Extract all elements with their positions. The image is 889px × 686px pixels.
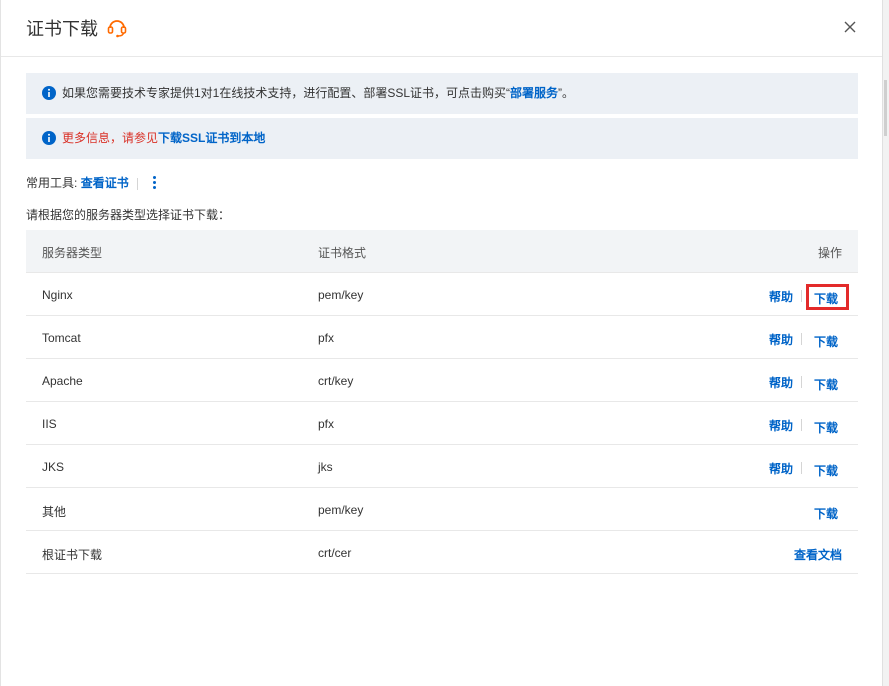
server-type-cell: Tomcat: [42, 331, 81, 345]
deploy-notice-prefix: 如果您需要技术专家提供1对1在线技术支持，进行配置、部署SSL证书，可点击购买“: [62, 86, 511, 100]
more-info-notice: 更多信息，请参见下载SSL证书到本地: [26, 118, 858, 159]
help-link[interactable]: 帮助: [769, 417, 793, 434]
view-cert-link[interactable]: 查看证书: [81, 176, 129, 190]
help-link[interactable]: 帮助: [769, 331, 793, 348]
instruction-text: 请根据您的服务器类型选择证书下载：: [26, 208, 231, 222]
more-info-prefix: 更多信息，请参见: [62, 131, 159, 145]
cert-format-cell: pfx: [318, 417, 335, 431]
download-link[interactable]: 下载: [814, 505, 838, 522]
download-link[interactable]: 下载: [814, 333, 838, 350]
common-tools: 常用工具: 查看证书: [26, 173, 156, 193]
more-info-text: 更多信息，请参见下载SSL证书到本地: [62, 118, 265, 159]
cert-format-cell: pfx: [318, 331, 335, 345]
cert-download-dialog: 证书下载 如果您需要技术专家提供1对1在线技术支持，进行配置、部署SSL证书，可…: [0, 0, 882, 686]
download-link[interactable]: 下载: [814, 462, 838, 479]
download-ssl-guide-link[interactable]: 下载SSL证书到本地: [158, 131, 265, 145]
server-type-cell: 根证书下载: [42, 548, 103, 562]
info-icon: [42, 86, 56, 100]
view-doc-link[interactable]: 查看文档: [794, 546, 842, 563]
scrollbar-thumb[interactable]: [884, 80, 887, 136]
cert-format-cell: pem/key: [318, 503, 364, 517]
help-link[interactable]: 帮助: [769, 374, 793, 391]
cert-format-cell: crt/key: [318, 374, 354, 388]
action-divider: [801, 462, 802, 474]
cert-format-cell: crt/cer: [318, 546, 352, 560]
download-link[interactable]: 下载: [814, 290, 838, 307]
table-row: IIS pfx 帮助 下载: [26, 402, 858, 445]
headset-icon[interactable]: [106, 16, 128, 38]
server-type-cell: Apache: [42, 374, 83, 388]
action-divider: [801, 376, 802, 388]
server-type-cell: 其他: [42, 505, 67, 519]
deploy-service-link[interactable]: 部署服务: [510, 86, 558, 100]
deploy-notice-suffix: ”。: [558, 86, 575, 100]
server-type-cell: IIS: [42, 417, 57, 431]
deploy-notice-text: 如果您需要技术专家提供1对1在线技术支持，进行配置、部署SSL证书，可点击购买“…: [62, 73, 574, 114]
table-row: Nginx pem/key 帮助 下载: [26, 273, 858, 316]
dialog-title: 证书下载: [26, 19, 98, 39]
info-icon: [42, 131, 56, 145]
table-row: Apache crt/key 帮助 下载: [26, 359, 858, 402]
table-row: JKS jks 帮助 下载: [26, 445, 858, 488]
table-row: 根证书下载 crt/cer 查看文档: [26, 531, 858, 574]
server-type-cell: Nginx: [42, 288, 73, 302]
more-vertical-icon[interactable]: [151, 174, 157, 192]
common-tools-label: 常用工具:: [26, 176, 78, 190]
tools-divider: [137, 178, 138, 190]
server-type-table: 服务器类型 证书格式 操作 Nginx pem/key 帮助 下载 Tomcat…: [26, 230, 858, 574]
dialog-header: 证书下载: [1, 0, 882, 57]
header-server-type: 服务器类型: [42, 246, 103, 260]
cert-format-cell: jks: [318, 460, 333, 474]
action-divider: [801, 333, 802, 345]
cert-format-cell: pem/key: [318, 288, 364, 302]
download-link[interactable]: 下载: [814, 376, 838, 393]
header-cert-format: 证书格式: [318, 246, 367, 260]
server-type-cell: JKS: [42, 460, 65, 474]
download-link[interactable]: 下载: [814, 419, 838, 436]
header-action: 操作: [818, 246, 843, 260]
deploy-service-notice: 如果您需要技术专家提供1对1在线技术支持，进行配置、部署SSL证书，可点击购买“…: [26, 73, 858, 114]
table-row: Tomcat pfx 帮助 下载: [26, 316, 858, 359]
action-divider: [801, 290, 802, 302]
help-link[interactable]: 帮助: [769, 288, 793, 305]
help-link[interactable]: 帮助: [769, 460, 793, 477]
action-divider: [801, 419, 802, 431]
table-header: 服务器类型 证书格式 操作: [26, 230, 858, 273]
table-row: 其他 pem/key 下载: [26, 488, 858, 531]
close-icon[interactable]: [842, 19, 858, 35]
